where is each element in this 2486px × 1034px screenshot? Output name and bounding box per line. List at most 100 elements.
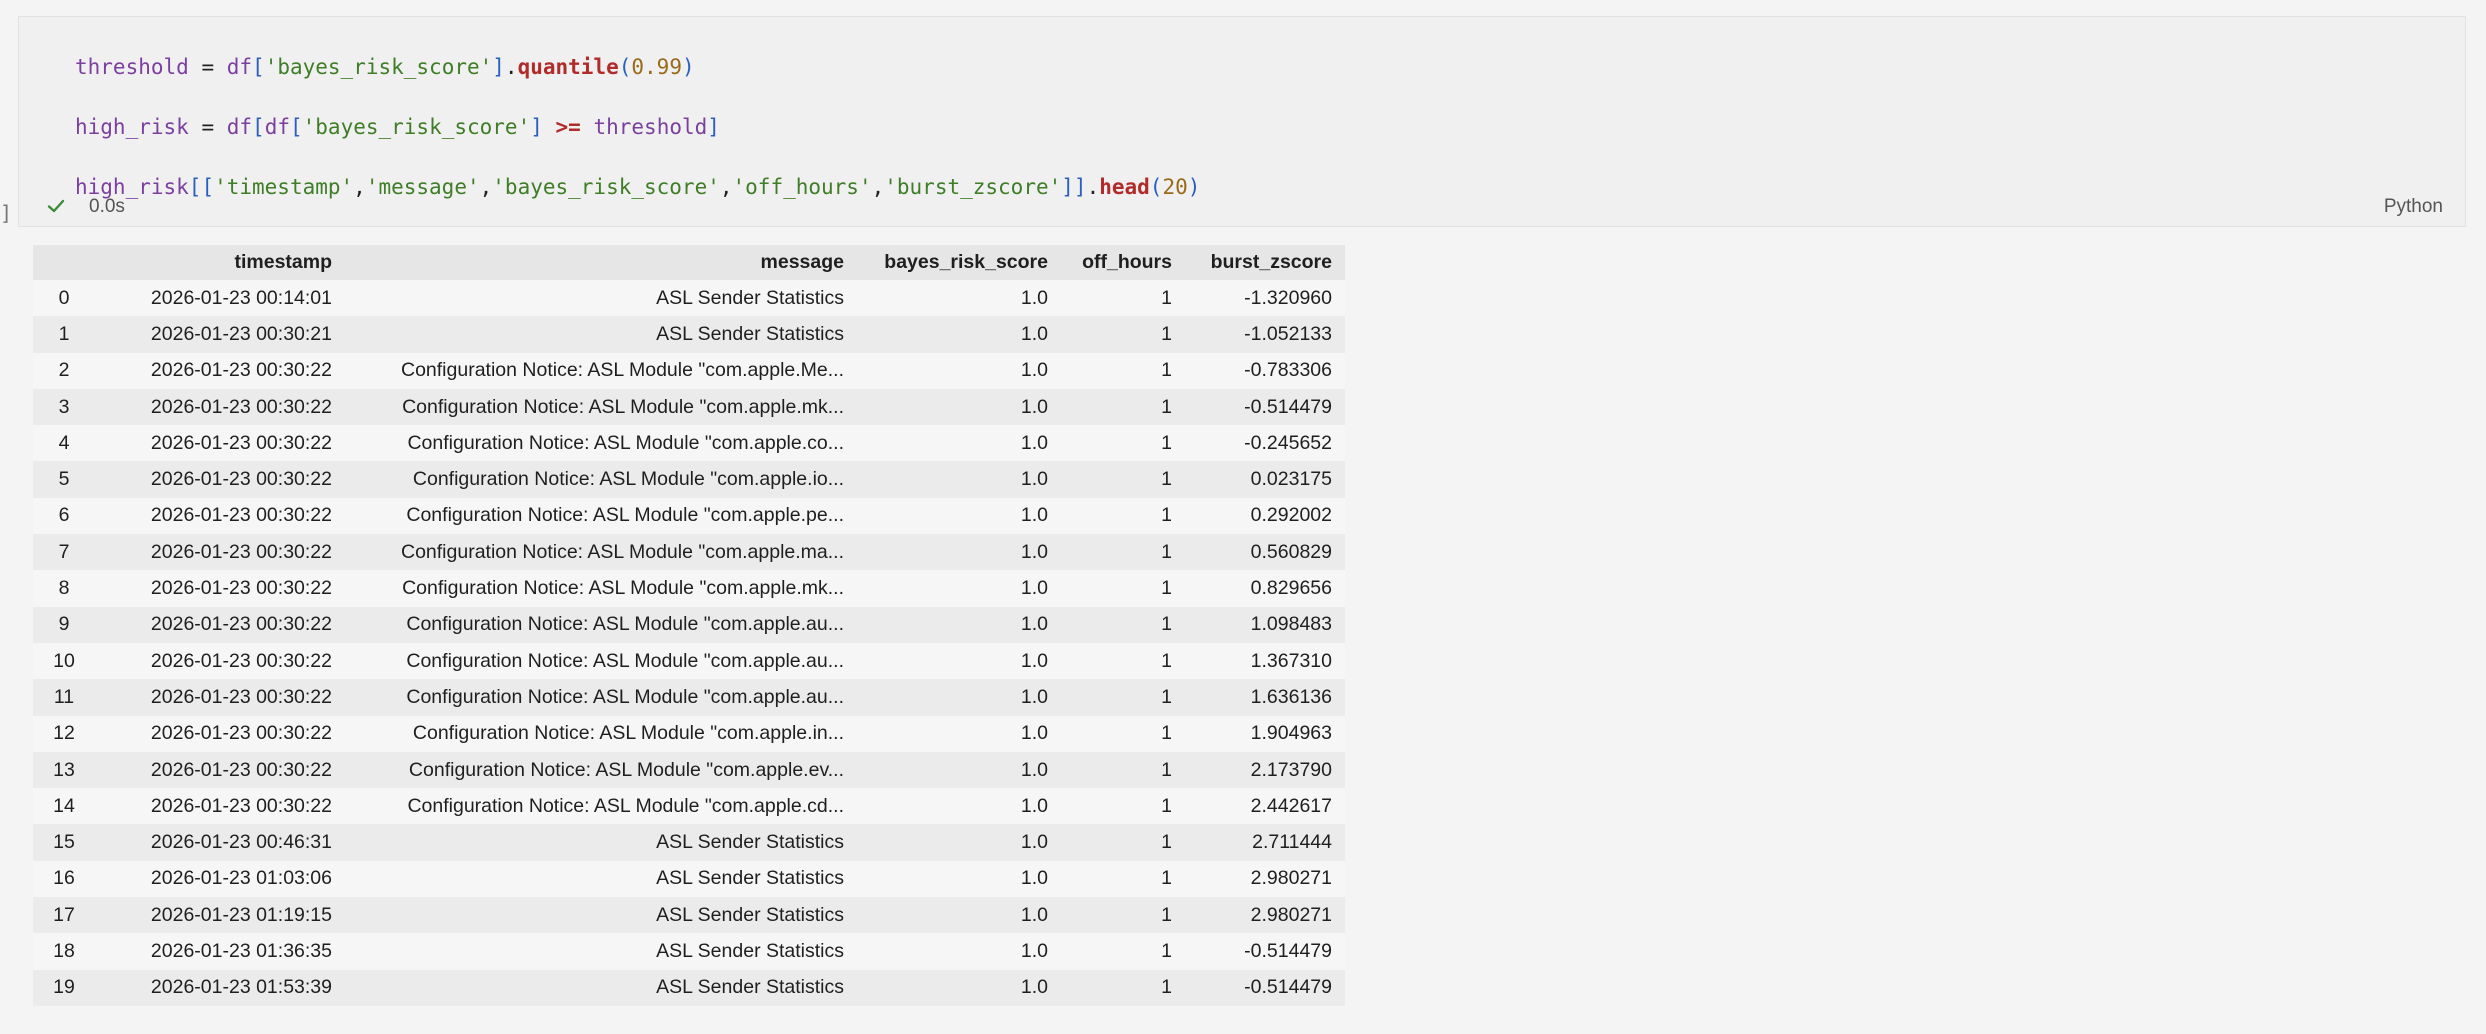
table-row: 14 2026-01-23 00:30:22 Configuration Notic… — [33, 788, 1345, 825]
cell-index: 9 — [33, 606, 95, 643]
cell-burst-zscore: 1.098483 — [1185, 606, 1345, 643]
table-header-row: timestamp message bayes_risk_score off_hour… — [33, 245, 1345, 280]
cell-message: Configuration Notice: ASL Module "com.ap… — [345, 425, 857, 462]
cell-timestamp: 2026-01-23 00:30:22 — [95, 606, 345, 643]
cell-bayes-risk-score: 1.0 — [857, 425, 1061, 462]
table-row: 15 2026-01-23 00:46:31 ASL Sender Statisti… — [33, 824, 1345, 861]
cell-message: Configuration Notice: ASL Module "com.ap… — [345, 497, 857, 535]
cell-index: 6 — [33, 497, 95, 535]
cell-off-hours: 1 — [1061, 897, 1185, 934]
table-row: 12 2026-01-23 00:30:22 Configuration Notic… — [33, 715, 1345, 752]
code-token: ] — [530, 115, 543, 139]
cell-bayes-risk-score: 1.0 — [857, 570, 1061, 607]
dataframe-table: timestamp message bayes_risk_score off_hour… — [33, 245, 1345, 1006]
cell-timestamp: 2026-01-23 00:30:22 — [95, 751, 345, 789]
cell-burst-zscore: 2.442617 — [1185, 788, 1345, 825]
cell-index: 4 — [33, 425, 95, 462]
code-cell[interactable]: threshold = df['bayes_risk_score'].quant… — [18, 16, 2466, 227]
code-token: quantile — [517, 55, 619, 79]
code-token: [ — [252, 55, 265, 79]
code-token: = — [188, 115, 227, 139]
code-token: df — [264, 115, 290, 139]
cell-bayes-risk-score: 1.0 — [857, 860, 1061, 898]
column-header-off-hours: off_hours — [1061, 245, 1185, 280]
code-token: ] — [492, 55, 505, 79]
table-row: 19 2026-01-23 01:53:39 ASL Sender Statisti… — [33, 969, 1345, 1006]
cell-burst-zscore: 2.711444 — [1185, 824, 1345, 861]
cell-index: 7 — [33, 534, 95, 571]
check-icon — [47, 199, 65, 213]
table-body: 0 2026-01-23 00:14:01 ASL Sender Statistic… — [33, 280, 1345, 1006]
cell-timestamp: 2026-01-23 00:30:22 — [95, 534, 345, 571]
cell-burst-zscore: 0.829656 — [1185, 570, 1345, 607]
cell-burst-zscore: 2.980271 — [1185, 860, 1345, 898]
code-token: . — [504, 55, 518, 79]
execution-time: 0.0s — [89, 196, 125, 217]
cell-bayes-risk-score: 1.0 — [857, 788, 1061, 825]
table-row: 10 2026-01-23 00:30:22 Configuration Notic… — [33, 642, 1345, 680]
code-editor[interactable]: threshold = df['bayes_risk_score'].quant… — [75, 37, 1200, 217]
cell-burst-zscore: -1.052133 — [1185, 316, 1345, 353]
code-token: [ — [252, 115, 265, 139]
code-token: ( — [618, 55, 632, 79]
cell-message: Configuration Notice: ASL Module "com.ap… — [345, 534, 857, 571]
cell-timestamp: 2026-01-23 00:30:22 — [95, 352, 345, 389]
cell-burst-zscore: 0.023175 — [1185, 461, 1345, 498]
cell-off-hours: 1 — [1061, 642, 1185, 680]
code-token: = — [188, 55, 227, 79]
cell-burst-zscore: 1.367310 — [1185, 642, 1345, 680]
cell-bayes-risk-score: 1.0 — [857, 534, 1061, 571]
cell-bayes-risk-score: 1.0 — [857, 388, 1061, 426]
cell-index: 11 — [33, 679, 95, 716]
cell-index: 15 — [33, 824, 95, 861]
cell-bayes-risk-score: 1.0 — [857, 352, 1061, 389]
cell-off-hours: 1 — [1061, 461, 1185, 498]
cell-message: ASL Sender Statistics — [345, 316, 857, 353]
code-token: 'bayes_risk_score' — [264, 55, 493, 79]
column-header-burst-zscore: burst_zscore — [1185, 245, 1345, 280]
cell-bayes-risk-score: 1.0 — [857, 933, 1061, 970]
cell-burst-zscore: 1.636136 — [1185, 679, 1345, 716]
cell-bayes-risk-score: 1.0 — [857, 824, 1061, 861]
cell-timestamp: 2026-01-23 00:14:01 — [95, 280, 345, 317]
table-row: 3 2026-01-23 00:30:22 Configuration Notice… — [33, 388, 1345, 426]
cell-timestamp: 2026-01-23 00:30:22 — [95, 461, 345, 498]
code-token: ] — [707, 115, 720, 139]
cell-off-hours: 1 — [1061, 352, 1185, 389]
cell-off-hours: 1 — [1061, 824, 1185, 861]
cell-message: Configuration Notice: ASL Module "com.ap… — [345, 388, 857, 426]
cell-message: ASL Sender Statistics — [345, 897, 857, 934]
cell-off-hours: 1 — [1061, 751, 1185, 789]
cell-bayes-risk-score: 1.0 — [857, 316, 1061, 353]
table-row: 7 2026-01-23 00:30:22 Configuration Notice… — [33, 534, 1345, 571]
cell-output: timestamp message bayes_risk_score off_hour… — [33, 245, 1345, 1006]
table-row: 0 2026-01-23 00:14:01 ASL Sender Statistic… — [33, 280, 1345, 317]
cell-index: 13 — [33, 751, 95, 789]
cell-message: Configuration Notice: ASL Module "com.ap… — [345, 606, 857, 643]
table-row: 6 2026-01-23 00:30:22 Configuration Notice… — [33, 497, 1345, 535]
cell-timestamp: 2026-01-23 00:46:31 — [95, 824, 345, 861]
cell-timestamp: 2026-01-23 00:30:22 — [95, 388, 345, 426]
cell-message: ASL Sender Statistics — [345, 933, 857, 970]
cell-index: 10 — [33, 642, 95, 680]
code-token: ) — [681, 55, 695, 79]
cell-timestamp: 2026-01-23 01:19:15 — [95, 897, 345, 934]
cell-bayes-risk-score: 1.0 — [857, 497, 1061, 535]
table-row: 18 2026-01-23 01:36:35 ASL Sender Statisti… — [33, 933, 1345, 970]
cell-message: Configuration Notice: ASL Module "com.ap… — [345, 461, 857, 498]
cell-off-hours: 1 — [1061, 534, 1185, 571]
code-token: [ — [289, 115, 303, 139]
table-row: 5 2026-01-23 00:30:22 Configuration Notice… — [33, 461, 1345, 498]
cell-index: 1 — [33, 316, 95, 353]
cell-timestamp: 2026-01-23 00:30:22 — [95, 715, 345, 752]
cell-off-hours: 1 — [1061, 497, 1185, 535]
table-row: 11 2026-01-23 00:30:22 Configuration Notic… — [33, 679, 1345, 716]
table-row: 1 2026-01-23 00:30:21 ASL Sender Statistic… — [33, 316, 1345, 353]
cell-burst-zscore: 2.980271 — [1185, 897, 1345, 934]
cell-burst-zscore: 1.904963 — [1185, 715, 1345, 752]
cell-off-hours: 1 — [1061, 425, 1185, 462]
language-selector[interactable]: Python — [2384, 196, 2443, 218]
cell-timestamp: 2026-01-23 00:30:22 — [95, 642, 345, 680]
